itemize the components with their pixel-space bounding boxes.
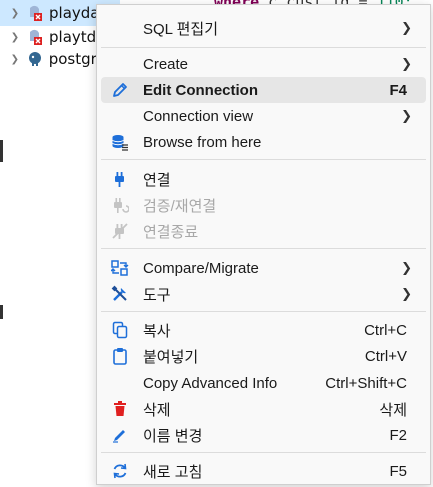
menu-item-connection-view[interactable]: Connection view ❯ bbox=[101, 103, 426, 129]
submenu-arrow-icon: ❯ bbox=[401, 56, 412, 72]
submenu-arrow-icon: ❯ bbox=[401, 260, 412, 276]
database-error-icon bbox=[27, 29, 43, 45]
postgres-elephant-icon bbox=[27, 51, 43, 67]
panel-edge-mark bbox=[0, 305, 3, 319]
menu-separator bbox=[101, 159, 426, 160]
tools-icon bbox=[111, 285, 129, 303]
copy-icon bbox=[111, 321, 129, 339]
menu-separator bbox=[101, 311, 426, 312]
menu-item-tools[interactable]: 도구 ❯ bbox=[101, 281, 426, 307]
menu-item-copy-advanced-info[interactable]: Copy Advanced Info Ctrl+Shift+C bbox=[101, 370, 426, 396]
menu-item-compare-migrate[interactable]: Compare/Migrate ❯ bbox=[101, 255, 426, 281]
pencil-icon bbox=[111, 81, 129, 99]
menu-item-browse-from-here[interactable]: Browse from here bbox=[101, 129, 426, 155]
menu-separator bbox=[101, 452, 426, 453]
panel-edge-mark bbox=[0, 140, 3, 162]
menu-separator bbox=[101, 248, 426, 249]
submenu-arrow-icon: ❯ bbox=[401, 20, 412, 36]
delete-icon bbox=[111, 400, 129, 418]
database-error-icon bbox=[27, 5, 43, 21]
menu-item-delete[interactable]: 삭제 삭제 bbox=[101, 396, 426, 422]
submenu-arrow-icon: ❯ bbox=[401, 286, 412, 302]
submenu-arrow-icon: ❯ bbox=[401, 108, 412, 124]
chevron-right-icon[interactable]: ❯ bbox=[9, 54, 21, 65]
menu-item-disconnect[interactable]: 연결종료 bbox=[101, 218, 426, 244]
plug-disconnect-icon bbox=[111, 222, 129, 240]
menu-item-create[interactable]: Create ❯ bbox=[101, 51, 426, 77]
paste-icon bbox=[111, 347, 129, 365]
menu-item-refresh[interactable]: 새로 고침 F5 bbox=[101, 458, 426, 484]
chevron-right-icon[interactable]: ❯ bbox=[9, 8, 21, 19]
plug-reconnect-icon bbox=[111, 196, 130, 214]
compare-icon bbox=[110, 259, 129, 277]
refresh-icon bbox=[111, 462, 129, 480]
menu-item-copy[interactable]: 복사 Ctrl+C bbox=[101, 317, 426, 343]
plug-icon bbox=[111, 170, 129, 188]
rename-icon bbox=[111, 426, 129, 444]
menu-item-rename[interactable]: 이름 변경 F2 bbox=[101, 422, 426, 448]
menu-item-validate-reconnect[interactable]: 검증/재연결 bbox=[101, 192, 426, 218]
menu-item-paste[interactable]: 붙여넣기 Ctrl+V bbox=[101, 343, 426, 369]
menu-item-connect[interactable]: 연결 bbox=[101, 166, 426, 192]
menu-item-edit-connection[interactable]: Edit Connection F4 bbox=[101, 77, 426, 103]
menu-item-sql-editor[interactable]: SQL 편집기 ❯ bbox=[101, 15, 426, 41]
context-menu: SQL 편집기 ❯ Create ❯ Edit Connection F4 Co… bbox=[96, 4, 431, 485]
database-browse-icon bbox=[111, 133, 129, 151]
menu-separator bbox=[101, 47, 426, 48]
chevron-right-icon[interactable]: ❯ bbox=[9, 32, 21, 43]
